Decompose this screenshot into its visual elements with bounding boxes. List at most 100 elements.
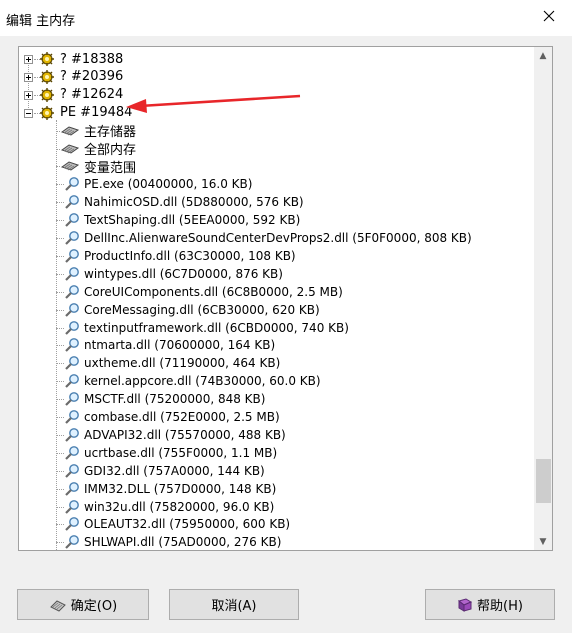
module-node[interactable]: ProductInfo.dll (63C30000, 108 KB) — [64, 247, 296, 265]
module-node-label: DellInc.AlienwareSoundCenterDevProps2.dl… — [84, 231, 472, 245]
module-node-label: SHLWAPI.dll (75AD0000, 276 KB) — [84, 535, 282, 550]
module-node-label: ProductInfo.dll (63C30000, 108 KB) — [84, 248, 296, 263]
close-icon — [543, 10, 555, 22]
module-node[interactable]: MSCTF.dll (75200000, 848 KB) — [64, 390, 265, 408]
module-node-label: PE.exe (00400000, 16.0 KB) — [84, 177, 253, 192]
module-search-icon — [64, 445, 80, 461]
memory-tree[interactable]: ? #18388 ? #20396 ? #12624 PE #19484 主存储器全部内… — [18, 46, 553, 551]
process-node[interactable]: ? #12624 — [40, 86, 123, 104]
module-node[interactable]: ADVAPI32.dll (75570000, 488 KB) — [64, 426, 286, 444]
module-node[interactable]: win32u.dll (75820000, 96.0 KB) — [64, 498, 274, 516]
ok-icon — [49, 598, 67, 612]
module-node[interactable]: OLEAUT32.dll (75950000, 600 KB) — [64, 515, 290, 533]
tree-line — [56, 255, 64, 257]
process-node[interactable]: ? #18388 — [40, 50, 123, 68]
tree-line — [56, 202, 64, 204]
tree-line — [56, 184, 64, 186]
process-node[interactable]: ? #20396 — [40, 68, 123, 86]
module-search-icon — [64, 409, 80, 425]
process-gear-icon — [40, 105, 56, 120]
tree-line — [56, 488, 64, 490]
tree-line — [56, 434, 64, 436]
module-node[interactable]: DellInc.AlienwareSoundCenterDevProps2.dl… — [64, 229, 472, 247]
module-node-label: CoreUIComponents.dll (6C8B0000, 2.5 MB) — [84, 284, 343, 299]
help-button[interactable]: 帮助(H) — [425, 589, 555, 620]
memory-region-node-label: 全部内存 — [84, 143, 137, 158]
module-node-label: kernel.appcore.dll (74B30000, 60.0 KB) — [84, 374, 321, 389]
module-search-icon — [64, 176, 80, 192]
module-search-icon — [64, 266, 80, 282]
close-button[interactable] — [526, 0, 572, 32]
module-node[interactable]: ntmarta.dll (70600000, 164 KB) — [64, 336, 275, 354]
process-node[interactable]: PE #19484 — [40, 104, 132, 122]
module-search-icon — [64, 302, 80, 318]
tree-line — [56, 381, 64, 383]
tree-line — [56, 524, 64, 526]
scroll-up-button[interactable]: ▲ — [534, 47, 552, 64]
memory-region-node-label: 变量范围 — [84, 160, 137, 176]
tree-line — [56, 452, 64, 454]
module-search-icon — [64, 194, 80, 210]
title-bar: 编辑 主内存 — [0, 0, 572, 36]
expand-toggle[interactable] — [24, 72, 33, 82]
module-search-icon — [64, 427, 80, 443]
tree-line — [56, 417, 64, 418]
expand-toggle[interactable] — [24, 55, 33, 64]
module-node[interactable]: textinputframework.dll (6CBD0000, 740 KB… — [64, 319, 349, 337]
vertical-scrollbar[interactable]: ▲ ▼ — [534, 47, 552, 550]
memory-region-node[interactable]: 主存储器 — [60, 122, 136, 140]
help-book-icon — [457, 597, 473, 612]
cancel-label: 取消(A) — [211, 599, 257, 614]
module-search-icon — [64, 373, 80, 389]
module-node[interactable]: CoreMessaging.dll (6CB30000, 620 KB) — [64, 301, 320, 319]
module-node-label: CoreMessaging.dll (6CB30000, 620 KB) — [84, 302, 320, 317]
module-node-label: OLEAUT32.dll (75950000, 600 KB) — [84, 517, 291, 532]
cancel-button[interactable]: 取消(A) — [169, 589, 299, 620]
module-node-label: combase.dll (752E0000, 2.5 MB) — [84, 410, 280, 424]
module-search-icon — [64, 230, 80, 246]
module-node[interactable]: IMM32.DLL (757D0000, 148 KB) — [64, 480, 276, 498]
process-node-label: ? #18388 — [60, 51, 124, 67]
tree-line — [56, 220, 64, 222]
module-search-icon — [64, 516, 80, 532]
tree-line — [56, 273, 64, 275]
module-node-label: TextShaping.dll (5EEA0000, 592 KB) — [84, 213, 301, 228]
module-node[interactable]: GDI32.dll (757A0000, 144 KB) — [64, 462, 265, 480]
module-search-icon — [64, 355, 80, 371]
module-node[interactable]: wintypes.dll (6C7D0000, 876 KB) — [64, 265, 283, 283]
module-search-icon — [64, 463, 80, 479]
module-node[interactable]: SHLWAPI.dll (75AD0000, 276 KB) — [64, 533, 281, 550]
module-node-label: ucrtbase.dll (755F0000, 1.1 MB) — [84, 445, 278, 460]
tree-line — [56, 399, 64, 401]
module-node-label: win32u.dll (75820000, 96.0 KB) — [84, 499, 275, 514]
process-gear-icon — [40, 87, 56, 102]
scroll-down-button[interactable]: ▼ — [534, 533, 552, 550]
module-node[interactable]: TextShaping.dll (5EEA0000, 592 KB) — [64, 211, 300, 229]
module-search-icon — [64, 534, 80, 550]
module-search-icon — [64, 212, 80, 228]
module-node-label: textinputframework.dll (6CBD0000, 740 KB… — [84, 320, 349, 335]
module-node[interactable]: ucrtbase.dll (755F0000, 1.1 MB) — [64, 444, 277, 462]
tree-line — [56, 238, 64, 239]
memory-chip-icon — [60, 143, 80, 155]
window-title: 编辑 主内存 — [6, 14, 76, 29]
module-node[interactable]: uxtheme.dll (71190000, 464 KB) — [64, 354, 280, 372]
module-node[interactable]: NahimicOSD.dll (5D880000, 576 KB) — [64, 193, 304, 211]
module-search-icon — [64, 481, 80, 497]
module-node[interactable]: combase.dll (752E0000, 2.5 MB) — [64, 408, 280, 426]
scroll-thumb[interactable] — [536, 459, 551, 503]
module-node[interactable]: PE.exe (00400000, 16.0 KB) — [64, 175, 252, 193]
expand-toggle[interactable] — [24, 90, 33, 100]
memory-region-node[interactable]: 变量范围 — [60, 157, 137, 176]
memory-region-node[interactable]: 全部内存 — [60, 140, 136, 158]
collapse-toggle[interactable] — [24, 108, 33, 118]
module-search-icon — [64, 391, 80, 407]
process-node-label: ? #20396 — [60, 69, 124, 85]
process-gear-icon — [40, 69, 56, 84]
module-node[interactable]: kernel.appcore.dll (74B30000, 60.0 KB) — [64, 372, 321, 390]
ok-button[interactable]: 确定(O) — [17, 589, 149, 620]
process-node-label: ? #12624 — [60, 87, 124, 103]
module-search-icon — [64, 499, 80, 515]
module-node-label: ntmarta.dll (70600000, 164 KB) — [84, 338, 276, 353]
module-node[interactable]: CoreUIComponents.dll (6C8B0000, 2.5 MB) — [64, 283, 343, 301]
